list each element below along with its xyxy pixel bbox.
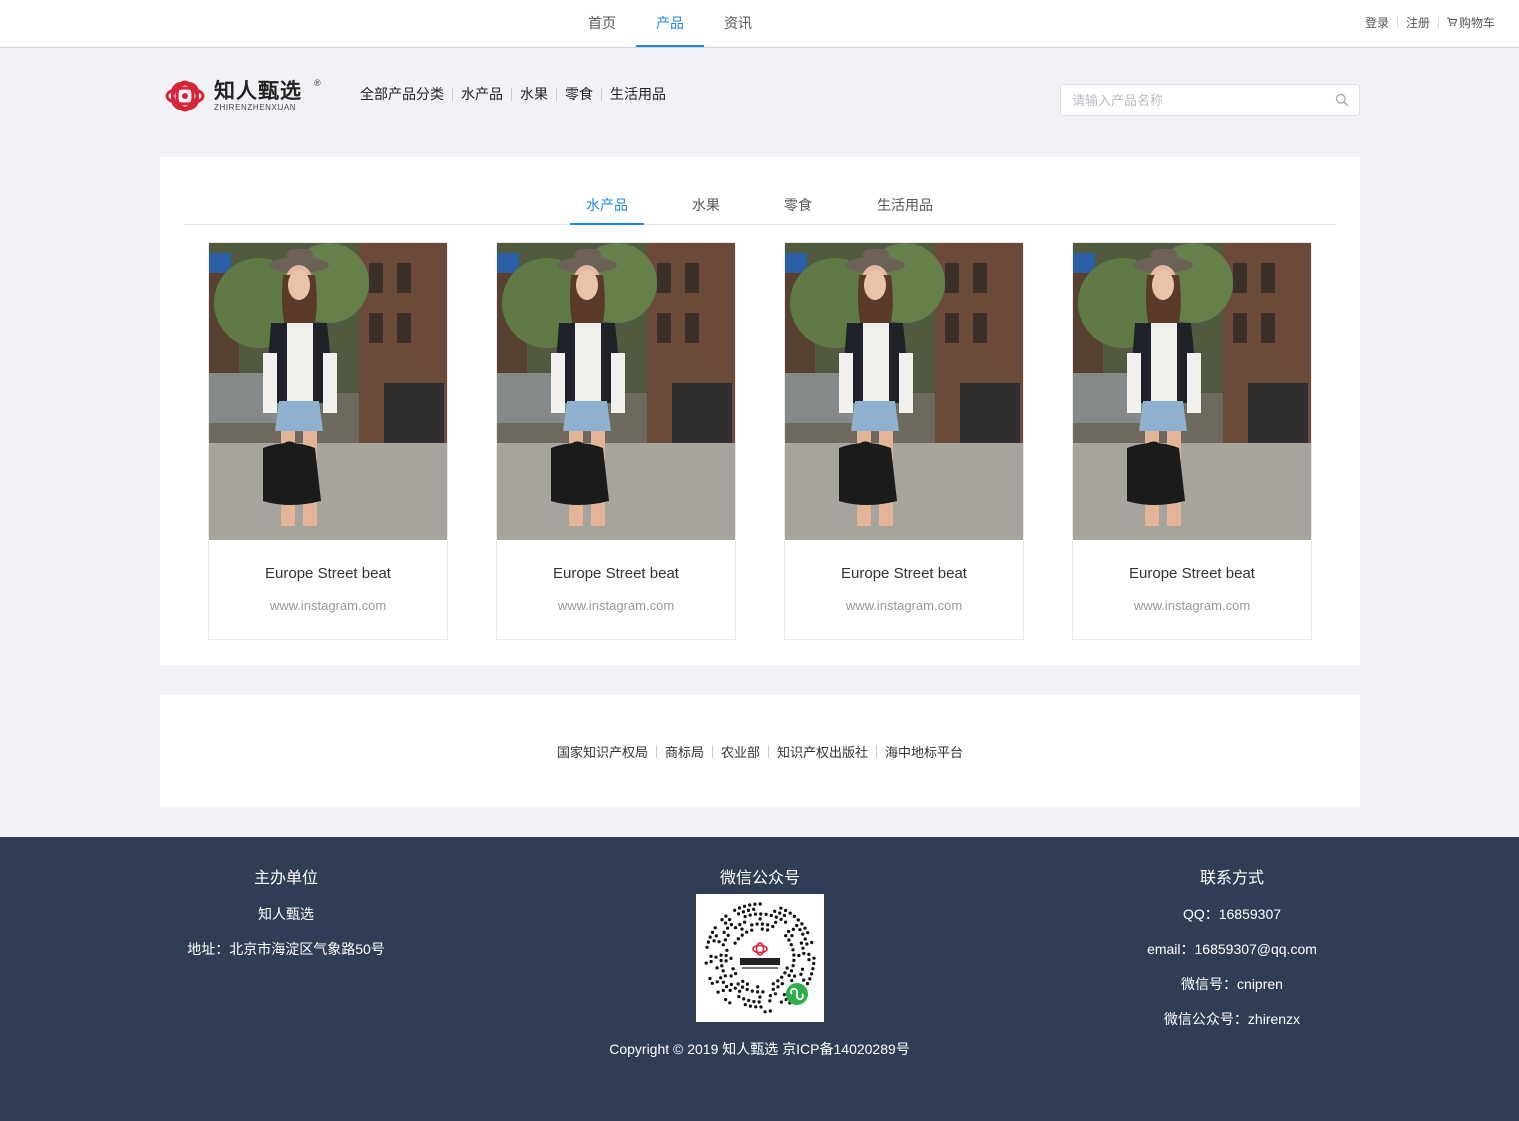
product-title: Europe Street beat [841, 565, 967, 582]
contact-heading: 联系方式 [1199, 870, 1264, 887]
product-image [785, 243, 1023, 540]
product-image [1073, 243, 1311, 540]
search-box [1060, 84, 1360, 116]
qr-code-icon [704, 902, 816, 1014]
product-card[interactable]: Europe Street beat www.instagram.com [208, 242, 448, 640]
top-navbar: 首页 产品 资讯 登录 注册 购物车 [0, 0, 1519, 48]
tab-daily[interactable]: 生活用品 [868, 189, 942, 225]
wechat-qr-code [696, 894, 824, 1022]
link-ip-press[interactable]: 知识产权出版社 [769, 742, 876, 761]
site-footer: 主办单位 知人甄选 地址：北京市海淀区气象路50号 微信公众号 联系方式 QQ：… [0, 837, 1519, 1121]
nav-home[interactable]: 首页 [568, 0, 636, 47]
cat-aquatic[interactable]: 水产品 [453, 84, 511, 104]
product-image [209, 243, 447, 540]
contact-email: email：16859307@qq.com [1147, 941, 1317, 957]
friend-links: 国家知识产权局 商标局 农业部 知识产权出版社 海中地标平台 [160, 742, 1360, 761]
divider [1437, 16, 1439, 28]
cart-link[interactable]: 购物车 [1446, 14, 1495, 31]
cart-label: 购物车 [1458, 15, 1495, 30]
footer-wechat: 微信公众号 [610, 837, 910, 888]
contact-wechat: 微信号：cnipren [1181, 976, 1283, 992]
footer-contact: 联系方式 QQ：16859307 email：16859307@qq.com 微… [1082, 837, 1382, 1028]
cat-daily[interactable]: 生活用品 [602, 84, 674, 104]
product-panel: 水产品 水果 零食 生活用品 Europe Street beat www.in… [160, 157, 1360, 665]
wechat-heading: 微信公众号 [719, 870, 800, 887]
cart-icon [1446, 17, 1457, 27]
search-icon[interactable] [1335, 93, 1349, 107]
link-landmark[interactable]: 海中地标平台 [877, 742, 971, 761]
product-card[interactable]: Europe Street beat www.instagram.com [784, 242, 1024, 640]
product-card[interactable]: Europe Street beat www.instagram.com [496, 242, 736, 640]
product-subtitle: www.instagram.com [1133, 598, 1251, 613]
logo-en: ZHIRENZHENXUAN [214, 102, 297, 112]
footer-host: 主办单位 知人甄选 地址：北京市海淀区气象路50号 [136, 837, 436, 958]
link-trademark[interactable]: 商标局 [657, 742, 712, 761]
category-nav: 全部产品分类 水产品 水果 零食 生活用品 [352, 84, 674, 104]
contact-official: 微信公众号：zhirenzx [1163, 1011, 1301, 1027]
site-logo[interactable]: 知人甄选 ZHIRENZHENXUAN ® [164, 77, 324, 115]
cat-snacks[interactable]: 零食 [557, 84, 601, 104]
host-name: 知人甄选 [258, 906, 314, 922]
logo-text: 知人甄选 ZHIRENZHENXUAN [214, 79, 302, 112]
registered-mark: ® [314, 78, 321, 88]
account-links: 登录 注册 购物车 [1365, 0, 1495, 44]
product-subtitle: www.instagram.com [557, 598, 675, 613]
tab-fruit[interactable]: 水果 [682, 189, 730, 225]
host-address: 地址：北京市海淀区气象路50号 [187, 941, 385, 957]
link-agriculture[interactable]: 农业部 [713, 742, 768, 761]
product-title: Europe Street beat [553, 565, 679, 582]
product-subtitle: www.instagram.com [269, 598, 387, 613]
product-subtitle: www.instagram.com [845, 598, 963, 613]
contact-qq: QQ：16859307 [1182, 906, 1282, 922]
divider [1396, 16, 1398, 28]
nav-products[interactable]: 产品 [636, 0, 704, 47]
product-card[interactable]: Europe Street beat www.instagram.com [1072, 242, 1312, 640]
main-nav: 首页 产品 资讯 [568, 0, 772, 47]
product-title: Europe Street beat [265, 565, 391, 582]
friend-links-panel: 国家知识产权局 商标局 农业部 知识产权出版社 海中地标平台 [160, 695, 1360, 807]
nav-news[interactable]: 资讯 [704, 0, 772, 47]
login-link[interactable]: 登录 [1365, 14, 1389, 31]
category-tabs: 水产品 水果 零食 生活用品 [184, 189, 1336, 225]
tab-aquatic[interactable]: 水产品 [570, 189, 644, 225]
product-title: Europe Street beat [1129, 565, 1255, 582]
tab-snacks[interactable]: 零食 [774, 189, 822, 225]
host-heading: 主办单位 [253, 870, 318, 887]
cat-all[interactable]: 全部产品分类 [352, 84, 452, 104]
link-cnipa[interactable]: 国家知识产权局 [549, 742, 656, 761]
logo-cn: 知人甄选 [214, 79, 302, 103]
logo-flower-icon [165, 80, 205, 112]
product-image [497, 243, 735, 540]
register-link[interactable]: 注册 [1406, 14, 1430, 31]
search-input[interactable] [1061, 85, 1321, 115]
cat-fruit[interactable]: 水果 [512, 84, 556, 104]
copyright: Copyright © 2019 知人甄选 京ICP备14020289号 [609, 1041, 910, 1057]
